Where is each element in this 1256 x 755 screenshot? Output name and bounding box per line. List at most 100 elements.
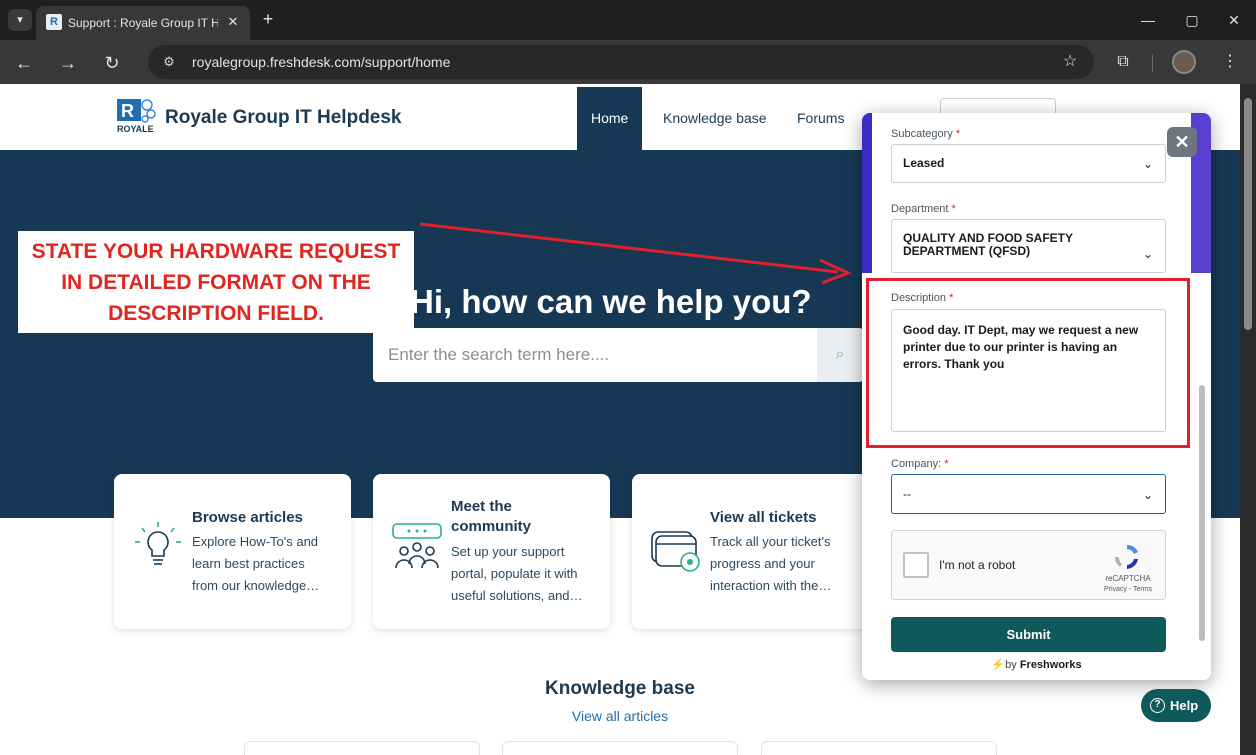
- recaptcha-widget: I'm not a robot reCAPTCHA Privacy - Term…: [891, 530, 1166, 600]
- card-desc-line: Set up your support: [451, 544, 565, 559]
- chevron-down-icon: ⌄: [1142, 247, 1154, 261]
- scrollbar-thumb[interactable]: [1244, 98, 1252, 330]
- card-browse-articles[interactable]: Browse articles Explore How-To's and lea…: [114, 474, 351, 629]
- card-description: Track all your ticket's progress and you…: [710, 531, 860, 597]
- card-desc-line: from our knowledge…: [192, 578, 320, 593]
- card-desc-line: useful solutions, and…: [451, 588, 583, 603]
- nav-home[interactable]: Home: [577, 87, 643, 150]
- site-info-icon[interactable]: ⚙: [160, 53, 178, 71]
- hero-title: Hi, how can we help you?: [410, 283, 812, 320]
- company-select[interactable]: -- ⌄: [891, 474, 1166, 514]
- kb-category-card[interactable]: [244, 741, 480, 755]
- card-view-tickets[interactable]: View all tickets Track all your ticket's…: [632, 474, 869, 629]
- card-desc-line: progress and your: [710, 556, 815, 571]
- department-label: Department *: [891, 202, 956, 216]
- window-close-icon[interactable]: ✕: [1219, 8, 1249, 32]
- menu-kebab-icon[interactable]: ⋮: [1217, 49, 1243, 75]
- recaptcha-checkbox[interactable]: [903, 552, 929, 578]
- select-value-line: DEPARTMENT (QFSD): [903, 244, 1031, 258]
- card-desc-line: portal, populate it with: [451, 566, 578, 581]
- subcategory-select[interactable]: Leased ⌄: [891, 144, 1166, 183]
- card-title: Browse articles: [192, 509, 303, 526]
- brand-name[interactable]: Royale Group IT Helpdesk: [165, 107, 402, 129]
- widget-scrollbar-thumb[interactable]: [1199, 385, 1205, 641]
- card-title: View all tickets: [710, 509, 817, 526]
- required-mark: *: [955, 128, 961, 140]
- url-text[interactable]: royalegroup.freshdesk.com/support/home: [192, 53, 450, 71]
- search-icon[interactable]: ⌕: [817, 328, 863, 382]
- card-desc-line: Explore How-To's and: [192, 534, 319, 549]
- tab-search-button[interactable]: ▾: [8, 9, 32, 31]
- card-title-line: community: [451, 518, 532, 535]
- company-label: Company: *: [891, 457, 948, 471]
- svg-text:R: R: [121, 101, 134, 121]
- recaptcha-logo-icon: [1114, 544, 1138, 569]
- card-title-line: Meet the: [451, 498, 512, 515]
- card-title: Meet the community: [451, 497, 601, 537]
- widget-scrollbar[interactable]: [1197, 117, 1207, 653]
- bookmark-star-icon[interactable]: ☆: [1060, 52, 1080, 72]
- annotation-line: DESCRIPTION FIELD.: [108, 302, 324, 325]
- view-all-articles-link[interactable]: View all articles: [0, 707, 1240, 725]
- svg-text:ROYALE: ROYALE: [117, 124, 154, 134]
- search-placeholder: Enter the search term here....: [388, 345, 610, 364]
- royale-logo-icon[interactable]: R ROYALE: [116, 98, 158, 134]
- help-label: Help: [1170, 698, 1199, 713]
- nav-forums[interactable]: Forums: [783, 87, 858, 150]
- toolbar-divider: [1152, 54, 1153, 72]
- tickets-icon: [651, 531, 700, 572]
- kb-category-card[interactable]: [502, 741, 738, 755]
- label-text: Department: [891, 203, 949, 215]
- search-input[interactable]: Enter the search term here.... ⌕: [373, 328, 863, 382]
- browser-toolbar: ← → ↻ ⚙ royalegroup.freshdesk.com/suppor…: [0, 40, 1256, 84]
- label-text: Subcategory: [891, 128, 953, 140]
- back-arrow-icon[interactable]: ←: [10, 49, 38, 77]
- address-bar[interactable]: ⚙ royalegroup.freshdesk.com/support/home…: [148, 45, 1094, 79]
- forward-arrow-icon[interactable]: →: [54, 49, 82, 77]
- nav-knowledge-base[interactable]: Knowledge base: [649, 87, 781, 150]
- profile-avatar[interactable]: [1172, 50, 1196, 74]
- submit-button[interactable]: Submit: [891, 617, 1166, 652]
- tab-close-icon[interactable]: ✕: [224, 13, 242, 31]
- minimize-icon[interactable]: —: [1133, 8, 1163, 32]
- extensions-icon[interactable]: ⧉: [1110, 49, 1136, 75]
- tab-bar: ▾ R Support : Royale Group IT He ✕ + — ▢…: [0, 0, 1256, 40]
- new-tab-button[interactable]: +: [258, 9, 278, 29]
- freshworks-brand[interactable]: Freshworks: [1020, 659, 1082, 671]
- card-description: Set up your support portal, populate it …: [451, 541, 601, 607]
- select-value: Leased: [903, 156, 945, 170]
- lightbulb-icon: [135, 522, 181, 565]
- maximize-icon[interactable]: ▢: [1177, 8, 1207, 32]
- required-mark: *: [944, 458, 949, 470]
- select-value: QUALITY AND FOOD SAFETY DEPARTMENT (QFSD…: [903, 232, 1133, 258]
- active-tab[interactable]: R Support : Royale Group IT He ✕: [36, 6, 250, 40]
- chevron-down-icon: ⌄: [1142, 157, 1154, 171]
- label-text: Company:: [891, 458, 942, 470]
- browser-window: ▾ R Support : Royale Group IT He ✕ + — ▢…: [0, 0, 1256, 755]
- subcategory-label: Subcategory *: [891, 127, 960, 141]
- department-select[interactable]: QUALITY AND FOOD SAFETY DEPARTMENT (QFSD…: [891, 219, 1166, 273]
- annotation-text: STATE YOUR HARDWARE REQUEST IN DETAILED …: [18, 236, 414, 329]
- widget-close-icon[interactable]: ✕: [1167, 127, 1197, 157]
- reload-icon[interactable]: ↻: [98, 49, 126, 77]
- community-icon: [392, 523, 442, 569]
- card-desc-line: learn best practices: [192, 556, 305, 571]
- recaptcha-brand: reCAPTCHA: [1105, 574, 1151, 583]
- widget-footer: ⚡by Freshworks: [862, 658, 1211, 672]
- tab-title: Support : Royale Group IT He: [68, 16, 218, 30]
- description-highlight-box: [866, 278, 1190, 448]
- chevron-down-icon: ⌄: [1142, 488, 1154, 502]
- annotation-callout: STATE YOUR HARDWARE REQUEST IN DETAILED …: [18, 231, 414, 333]
- card-description: Explore How-To's and learn best practice…: [192, 531, 342, 597]
- question-icon: ?: [1150, 698, 1165, 713]
- freshdesk-favicon-icon: R: [46, 14, 62, 30]
- recaptcha-terms-link[interactable]: Privacy - Terms: [1088, 585, 1168, 594]
- annotation-line: IN DETAILED FORMAT ON THE: [61, 271, 371, 294]
- kb-category-card[interactable]: [761, 741, 997, 755]
- card-desc-line: Track all your ticket's: [710, 534, 831, 549]
- page-scrollbar[interactable]: [1240, 84, 1256, 755]
- select-value: --: [903, 487, 911, 501]
- help-button[interactable]: ? Help: [1141, 689, 1211, 722]
- card-meet-community[interactable]: Meet the community Set up your support p…: [373, 474, 610, 629]
- footer-prefix: by: [1005, 659, 1017, 671]
